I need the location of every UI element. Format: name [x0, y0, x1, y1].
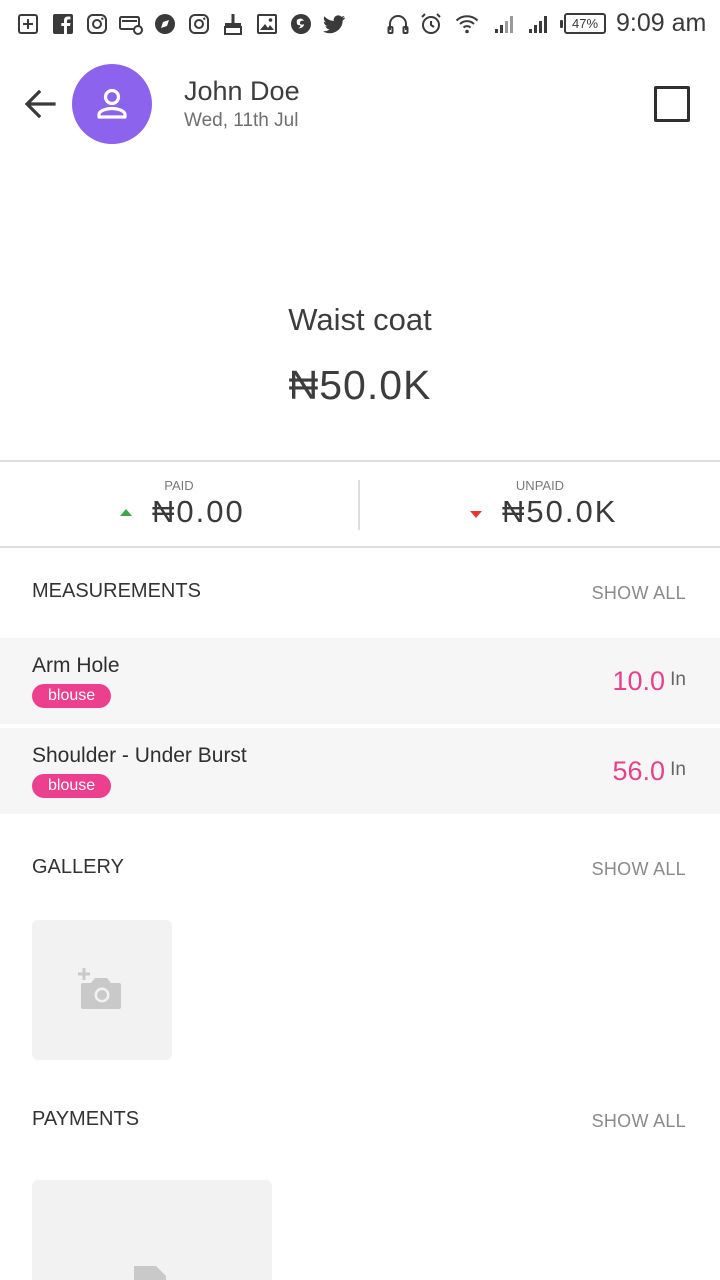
arrow-left-icon [24, 89, 56, 119]
compass-icon [153, 12, 177, 36]
measurement-row[interactable]: Arm Hole blouse 10.0 In [0, 638, 720, 724]
person-icon [97, 88, 127, 119]
battery-indicator: 47% [560, 13, 606, 34]
arrow-up-icon [120, 509, 132, 516]
back-button[interactable] [20, 84, 60, 124]
signal-icon-2 [526, 12, 550, 36]
twitter-icon [322, 12, 346, 36]
gallery-title: GALLERY [32, 856, 124, 878]
instagram-icon-2 [187, 12, 211, 36]
status-time: 9:09 am [616, 9, 707, 37]
headphones-icon [386, 12, 410, 36]
status-bar: 47% 9:09 am [0, 0, 720, 50]
unpaid-label: UNPAID [515, 478, 565, 493]
add-payment-icon [134, 1266, 166, 1280]
job-title: Waist coat [288, 302, 432, 337]
add-photo-button[interactable] [32, 920, 172, 1060]
measurement-tag: blouse [32, 774, 112, 798]
payments-title: PAYMENTS [32, 1108, 140, 1130]
measurement-value: 10.0 [612, 666, 665, 696]
firefox-icon [289, 12, 313, 36]
paid-label: PAID [164, 478, 194, 493]
measurement-name: Arm Hole [32, 654, 120, 677]
measurements-show-all-button[interactable]: SHOW ALL [592, 583, 686, 604]
payments-show-all-button[interactable]: SHOW ALL [592, 1111, 686, 1132]
signal-icon [492, 12, 516, 36]
arrow-down-icon [470, 511, 482, 518]
measurement-tag: blouse [32, 684, 112, 708]
job-price: ₦50.0K [288, 362, 432, 408]
payment-summary: PAID ₦0.00 UNPAID ₦50.0K [0, 460, 720, 548]
client-name: John Doe [184, 76, 300, 106]
add-box-icon [16, 12, 40, 36]
measurement-unit: In [670, 759, 686, 780]
measurement-row[interactable]: Shoulder - Under Burst blouse 56.0 In [0, 728, 720, 814]
facebook-icon [51, 12, 75, 36]
avatar[interactable] [72, 64, 152, 144]
job-date: Wed, 11th Jul [184, 110, 299, 131]
instagram-icon [85, 12, 109, 36]
broom-icon [221, 12, 245, 36]
complete-checkbox[interactable] [654, 86, 690, 122]
wifi-icon [455, 12, 479, 36]
gallery-show-all-button[interactable]: SHOW ALL [592, 859, 686, 880]
alarm-icon [419, 12, 443, 36]
paid-value: ₦0.00 [152, 494, 245, 529]
measurements-title: MEASUREMENTS [32, 580, 201, 602]
measurement-name: Shoulder - Under Burst [32, 744, 247, 767]
stats-divider [358, 480, 360, 530]
card-sync-icon [119, 12, 143, 36]
add-photo-icon [78, 968, 121, 1009]
measurement-value: 56.0 [612, 756, 665, 786]
unpaid-value: ₦50.0K [502, 494, 618, 529]
image-icon [255, 12, 279, 36]
measurement-unit: In [670, 669, 686, 690]
add-payment-button[interactable] [32, 1180, 272, 1280]
